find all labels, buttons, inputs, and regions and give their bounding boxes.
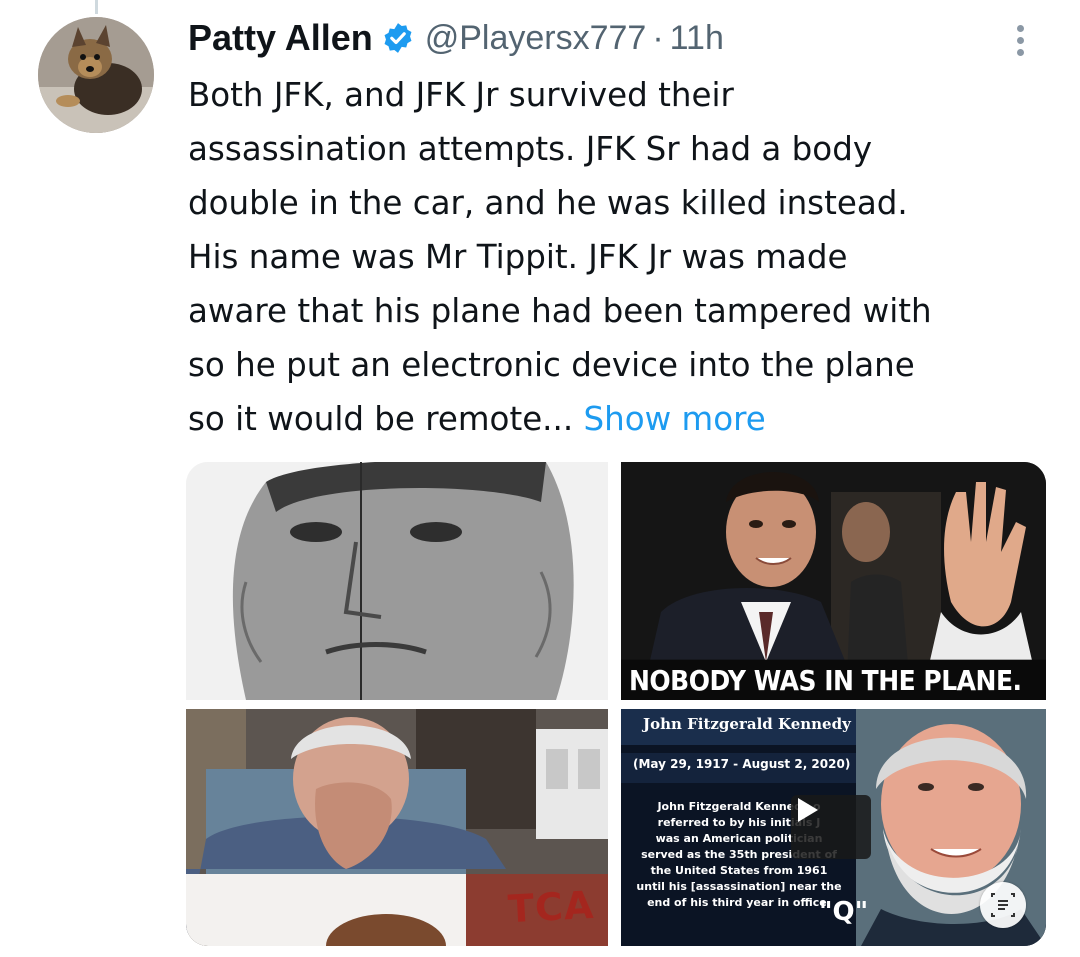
- card-dates: (May 29, 1917 - August 2, 2020): [633, 757, 851, 771]
- thread-connector-line: [95, 0, 98, 14]
- avatar-dog-image: [38, 17, 154, 133]
- post-header: Patty Allen @Playersx777 · 11h: [188, 10, 724, 66]
- card-body-line: until his [assassination] near the: [636, 880, 842, 893]
- post-text-line: His name was Mr Tippit. JFK Jr was made: [188, 238, 848, 276]
- avatar[interactable]: [38, 17, 154, 133]
- post-text-line: double in the car, and he was killed ins…: [188, 184, 908, 222]
- more-options-icon[interactable]: [1005, 18, 1035, 62]
- split-face-image: [186, 462, 608, 700]
- post-text-truncated: so it would be remote...: [188, 400, 574, 438]
- media-image-3[interactable]: TCA: [186, 709, 608, 946]
- header-separator: ·: [652, 18, 664, 57]
- image-caption: NOBODY WAS IN THE PLANE.: [621, 659, 1046, 700]
- media-grid: NOBODY WAS IN THE PLANE. TCA John Fitzge…: [186, 462, 1046, 946]
- verified-badge-icon: [381, 21, 415, 55]
- media-image-2[interactable]: NOBODY WAS IN THE PLANE.: [621, 462, 1046, 700]
- alt-text-icon[interactable]: [980, 882, 1026, 928]
- post-text-line: Both JFK, and JFK Jr survived their: [188, 76, 734, 114]
- post-text-line: assassination attempts. JFK Sr had a bod…: [188, 130, 873, 168]
- post-text: Both JFK, and JFK Jr survived their assa…: [188, 68, 1048, 446]
- post-text-last-line: so it would be remote... Show more: [188, 392, 1048, 446]
- author-handle[interactable]: @Playersx777: [425, 19, 647, 58]
- post-text-line: so he put an electronic device into the …: [188, 346, 915, 384]
- author-name[interactable]: Patty Allen: [188, 17, 373, 59]
- card-body-line: the United States from 1961: [650, 864, 828, 877]
- play-icon[interactable]: [791, 795, 871, 859]
- q-label: "Q": [819, 897, 869, 927]
- post-text-line: aware that his plane had been tampered w…: [188, 292, 932, 330]
- post-timestamp[interactable]: 11h: [670, 19, 724, 58]
- image-watermark: TCA: [506, 882, 596, 932]
- media-image-1[interactable]: [186, 462, 608, 700]
- show-more-link[interactable]: Show more: [584, 400, 766, 438]
- card-title: John Fitzgerald Kennedy: [643, 715, 851, 733]
